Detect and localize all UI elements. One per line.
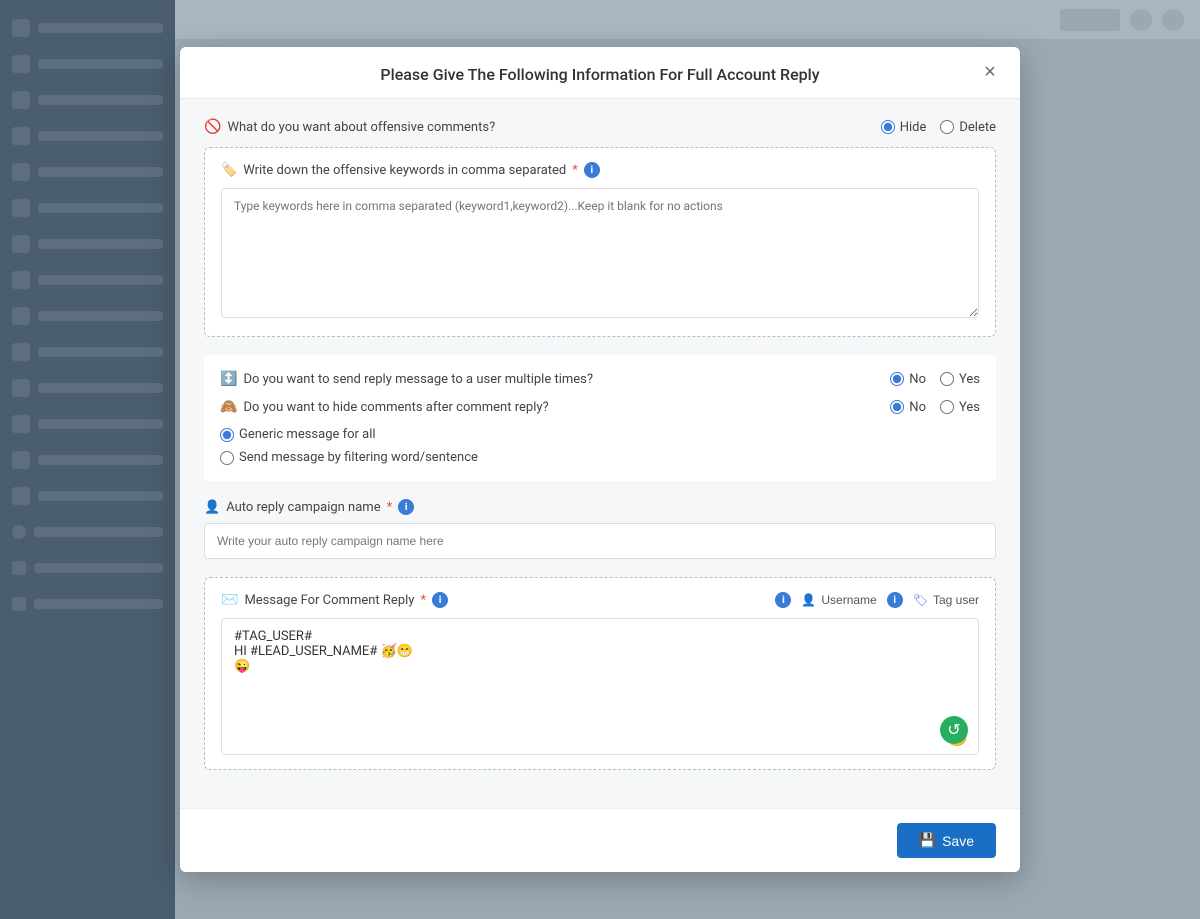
envelope-icon: ✉️ [221, 592, 238, 608]
send-multiple-yes[interactable]: Yes [940, 372, 980, 387]
keywords-title: 🏷️ Write down the offensive keywords in … [221, 162, 979, 178]
save-icon: 💾 [919, 832, 936, 849]
hide-icon: 🙈 [220, 399, 237, 415]
offensive-comments-row: 🚫 What do you want about offensive comme… [204, 119, 996, 135]
filter-message-option[interactable]: Send message by filtering word/sentence [220, 450, 478, 465]
campaign-required: * [387, 500, 393, 515]
save-button[interactable]: 💾 Save [897, 823, 996, 858]
required-mark: * [572, 163, 578, 178]
campaign-section: 👤 Auto reply campaign name * i [204, 499, 996, 559]
hide-option[interactable]: Hide [881, 120, 927, 135]
delete-option[interactable]: Delete [940, 120, 996, 135]
options-section: ↕️ Do you want to send reply message to … [204, 355, 996, 481]
hide-comments-no[interactable]: No [890, 400, 926, 415]
tag-label-icon: 🏷 [913, 593, 928, 607]
modal-title: Please Give The Following Information Fo… [380, 65, 819, 84]
modal-footer: 💾 Save [180, 808, 1020, 872]
tag-icon: 🏷️ [221, 163, 237, 178]
modal-dialog: Please Give The Following Information Fo… [180, 47, 1020, 872]
keywords-section: 🏷️ Write down the offensive keywords in … [204, 147, 996, 337]
offensive-comments-label: 🚫 What do you want about offensive comme… [204, 119, 881, 135]
message-reply-section: ✉️ Message For Comment Reply * i i 👤 Use… [204, 577, 996, 770]
hide-comments-yes-radio[interactable] [940, 400, 954, 414]
send-multiple-no[interactable]: No [890, 372, 926, 387]
close-button[interactable]: × [976, 59, 1004, 87]
message-info-icon[interactable]: i [432, 592, 448, 608]
message-actions-info[interactable]: i [775, 592, 791, 608]
hide-radio[interactable] [881, 120, 895, 134]
send-multiple-radio-group: No Yes [890, 372, 980, 387]
hide-comments-no-radio[interactable] [890, 400, 904, 414]
message-textarea[interactable]: #TAG_USER# HI #LEAD_USER_NAME# 🥳😁 😜 [222, 619, 978, 719]
sort-icon: ↕️ [220, 371, 237, 387]
generic-message-option[interactable]: Generic message for all [220, 427, 376, 442]
campaign-name-input[interactable] [204, 523, 996, 559]
message-actions: i 👤 Username i 🏷 Tag user [775, 592, 979, 608]
hide-comments-radio-group: No Yes [890, 400, 980, 415]
modal-body: 🚫 What do you want about offensive comme… [180, 99, 1020, 808]
send-multiple-yes-radio[interactable] [940, 372, 954, 386]
campaign-icon: 👤 [204, 500, 220, 515]
campaign-info-icon[interactable]: i [398, 499, 414, 515]
send-multiple-label: ↕️ Do you want to send reply message to … [220, 371, 890, 387]
filter-message-radio[interactable] [220, 451, 234, 465]
hide-comments-label: 🙈 Do you want to hide comments after com… [220, 399, 890, 415]
modal-overlay: Please Give The Following Information Fo… [0, 0, 1200, 919]
generic-message-radio[interactable] [220, 428, 234, 442]
offensive-radio-group: Hide Delete [881, 120, 996, 135]
send-multiple-row: ↕️ Do you want to send reply message to … [220, 371, 980, 387]
hide-comments-yes[interactable]: Yes [940, 400, 980, 415]
filter-message-row: Send message by filtering word/sentence [220, 450, 980, 465]
message-textarea-wrap: #TAG_USER# HI #LEAD_USER_NAME# 🥳😁 😜 🙂 ↺ [221, 618, 979, 755]
delete-radio[interactable] [940, 120, 954, 134]
tag-actions-info[interactable]: i [887, 592, 903, 608]
modal-header: Please Give The Following Information Fo… [180, 47, 1020, 99]
campaign-label: 👤 Auto reply campaign name * i [204, 499, 996, 515]
message-textarea-footer: 🙂 [222, 723, 978, 754]
generic-message-row: Generic message for all [220, 427, 980, 442]
keywords-info-icon[interactable]: i [584, 162, 600, 178]
tag-user-button[interactable]: 🏷 Tag user [913, 593, 979, 607]
message-required: * [420, 593, 426, 608]
keywords-textarea[interactable] [221, 188, 979, 318]
message-reply-header: ✉️ Message For Comment Reply * i i 👤 Use… [221, 592, 979, 608]
user-icon: 👤 [801, 593, 816, 607]
hide-comments-row: 🙈 Do you want to hide comments after com… [220, 399, 980, 415]
message-reply-title: ✉️ Message For Comment Reply * i [221, 592, 448, 608]
offensive-icon: 🚫 [204, 119, 221, 135]
username-button[interactable]: 👤 Username [801, 593, 876, 607]
send-multiple-no-radio[interactable] [890, 372, 904, 386]
refresh-button[interactable]: ↺ [940, 716, 968, 744]
